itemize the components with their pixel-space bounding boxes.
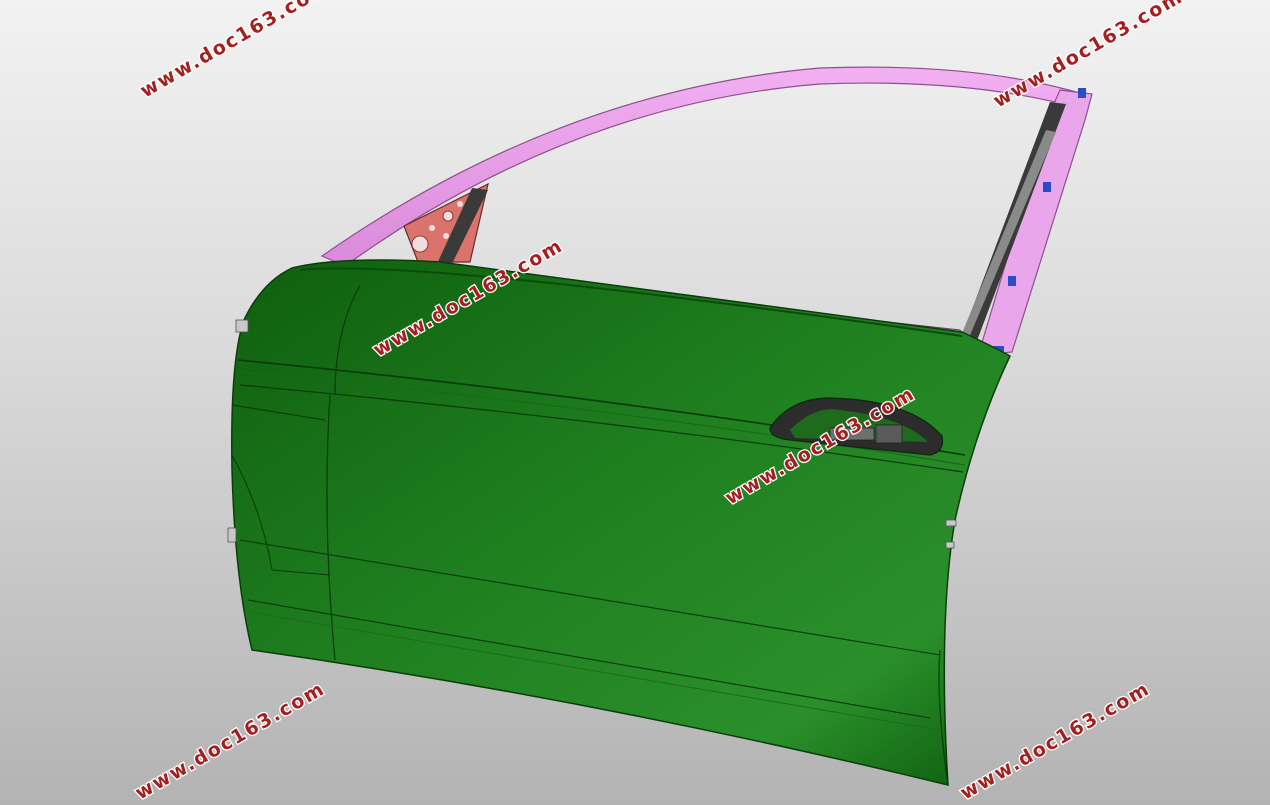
watermark-text: www.doc163.com <box>137 0 335 102</box>
door-model-canvas[interactable]: www.doc163.com www.doc163.com www.doc163… <box>0 0 1270 805</box>
cad-3d-viewport[interactable]: www.doc163.com www.doc163.com www.doc163… <box>0 0 1270 805</box>
door-outer-panel <box>231 259 1011 786</box>
watermark-text: www.doc163.com <box>957 677 1155 804</box>
watermark-text: www.doc163.com <box>132 677 330 804</box>
